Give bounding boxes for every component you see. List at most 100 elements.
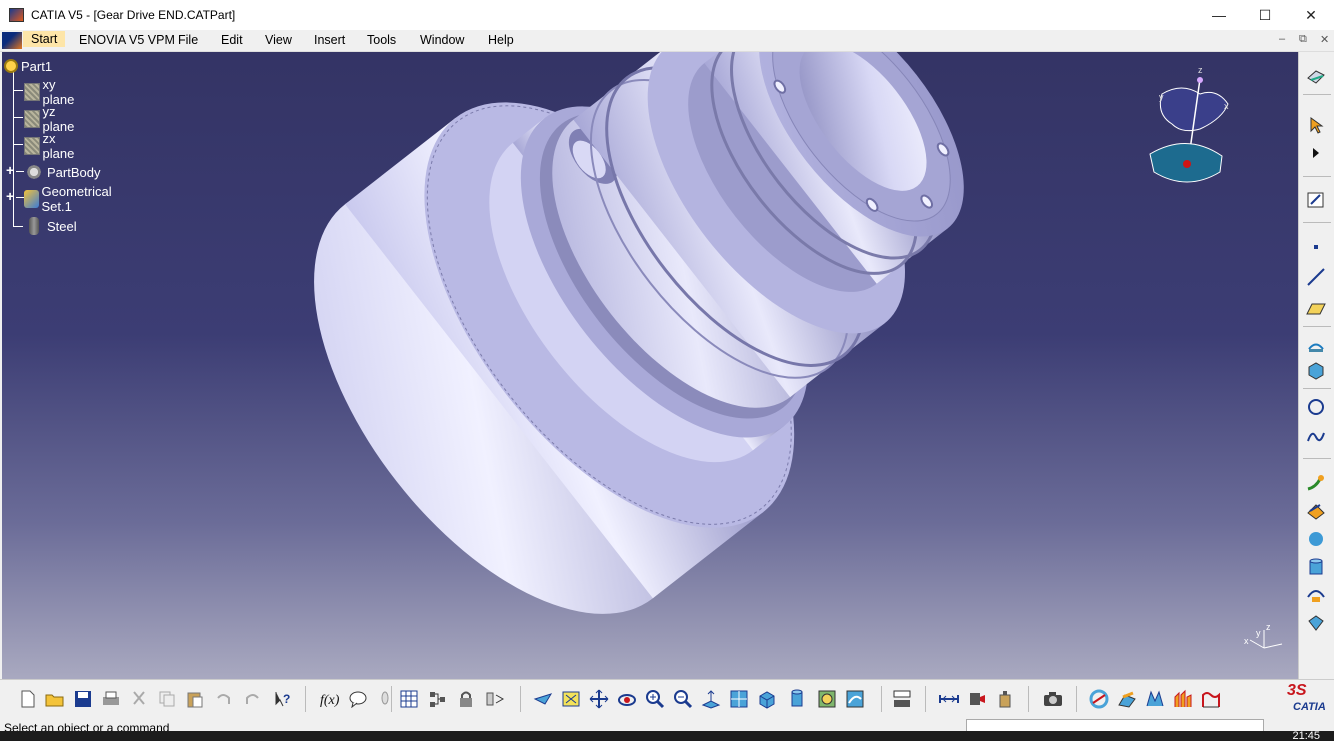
menu-window[interactable]: Window bbox=[420, 33, 464, 47]
zoom-out-icon[interactable] bbox=[672, 688, 694, 710]
3d-viewport[interactable]: + + Part1 xy plane yz plane zx plane Par… bbox=[2, 52, 1298, 679]
cylinder-icon[interactable] bbox=[1305, 556, 1327, 578]
tree-item-label: xy plane bbox=[42, 77, 75, 107]
measure-inertia-icon[interactable] bbox=[966, 688, 988, 710]
compass-z-label: z bbox=[1198, 65, 1203, 75]
undo-icon[interactable] bbox=[212, 688, 234, 710]
sketch-icon[interactable] bbox=[1305, 189, 1327, 211]
menu-enovia[interactable]: ENOVIA V5 VPM bbox=[79, 33, 175, 47]
line-icon[interactable] bbox=[1305, 266, 1327, 288]
menu-edit[interactable]: Edit bbox=[221, 33, 243, 47]
offset-icon[interactable] bbox=[1305, 584, 1327, 606]
measure-mass-icon[interactable] bbox=[994, 688, 1016, 710]
sphere-icon[interactable] bbox=[1305, 528, 1327, 550]
expand-arrow-icon[interactable] bbox=[1305, 142, 1327, 164]
tree-item-label: zx plane bbox=[42, 131, 75, 161]
tree-root-part1[interactable]: Part1 bbox=[4, 57, 52, 75]
comment-icon[interactable] bbox=[347, 688, 369, 710]
iso-view-icon[interactable] bbox=[728, 688, 750, 710]
windows-taskbar: 21:45 bbox=[0, 731, 1334, 741]
menu-file[interactable]: File bbox=[178, 33, 198, 47]
fit-all-icon[interactable] bbox=[560, 688, 582, 710]
render-style-icon[interactable] bbox=[816, 688, 838, 710]
measure-between-icon[interactable] bbox=[891, 688, 913, 710]
svg-text:?: ? bbox=[283, 692, 290, 706]
new-icon[interactable] bbox=[17, 688, 39, 710]
window-title: CATIA V5 - [Gear Drive END.CATPart] bbox=[31, 8, 236, 22]
whats-this-icon[interactable]: ? bbox=[272, 688, 294, 710]
status-bar: Select an object or a command bbox=[0, 717, 1334, 735]
menu-start[interactable]: Start bbox=[23, 31, 66, 47]
minimize-button[interactable]: — bbox=[1196, 0, 1242, 30]
capture-icon[interactable] bbox=[1042, 688, 1064, 710]
menu-insert[interactable]: Insert bbox=[314, 33, 345, 47]
circle-icon[interactable] bbox=[1305, 396, 1327, 418]
compass-widget[interactable]: z y x bbox=[1142, 64, 1232, 184]
open-icon[interactable] bbox=[44, 688, 66, 710]
knowledge-icon[interactable] bbox=[374, 688, 396, 710]
extrude-icon[interactable] bbox=[1305, 334, 1327, 356]
material-icon bbox=[29, 217, 39, 235]
geometrical-set-expander[interactable]: + bbox=[6, 189, 15, 203]
cut-icon[interactable] bbox=[128, 688, 150, 710]
tree-item-steel[interactable]: Steel bbox=[24, 217, 77, 235]
paste-icon[interactable] bbox=[184, 688, 206, 710]
copy-icon[interactable] bbox=[156, 688, 178, 710]
analysis-4-icon[interactable] bbox=[1172, 688, 1194, 710]
pan-icon[interactable] bbox=[588, 688, 610, 710]
tree-item-partbody[interactable]: PartBody bbox=[24, 163, 100, 181]
plane-icon[interactable] bbox=[1305, 298, 1327, 320]
revolve-icon[interactable] bbox=[1305, 360, 1327, 382]
snap-icon[interactable] bbox=[484, 688, 506, 710]
sketcher-icon[interactable] bbox=[1305, 66, 1327, 88]
redo-icon[interactable] bbox=[242, 688, 264, 710]
tree-item-label: Geometrical Set.1 bbox=[41, 184, 112, 214]
swap-space-icon[interactable] bbox=[844, 688, 866, 710]
zoom-in-icon[interactable] bbox=[644, 688, 666, 710]
spline-icon[interactable] bbox=[1305, 426, 1327, 448]
analysis-1-icon[interactable] bbox=[1088, 688, 1110, 710]
start-menu-icon[interactable] bbox=[2, 32, 22, 49]
grid-icon[interactable] bbox=[398, 688, 420, 710]
partbody-expander[interactable]: + bbox=[6, 163, 15, 177]
compass-x-label: x bbox=[1224, 101, 1229, 111]
tree-icon[interactable] bbox=[427, 688, 449, 710]
fly-icon[interactable] bbox=[532, 688, 554, 710]
part-model[interactable] bbox=[2, 52, 1298, 679]
multi-section-icon[interactable] bbox=[1305, 500, 1327, 522]
bottom-toolbar: ? f(x) 3S CATIA bbox=[0, 679, 1334, 718]
formula-icon[interactable]: f(x) bbox=[319, 688, 341, 710]
analysis-5-icon[interactable] bbox=[1200, 688, 1222, 710]
maximize-button[interactable]: ☐ bbox=[1242, 0, 1288, 30]
plane-icon bbox=[24, 110, 40, 128]
views-icon[interactable] bbox=[756, 688, 778, 710]
tree-item-geometrical-set[interactable]: Geometrical Set.1 bbox=[24, 184, 117, 214]
point-icon[interactable] bbox=[1305, 236, 1327, 258]
tree-item-xy-plane[interactable]: xy plane bbox=[24, 77, 79, 107]
menu-tools[interactable]: Tools bbox=[367, 33, 396, 47]
plane-icon bbox=[24, 83, 40, 101]
menu-view[interactable]: View bbox=[265, 33, 292, 47]
tree-item-zx-plane[interactable]: zx plane bbox=[24, 131, 79, 161]
menu-help[interactable]: Help bbox=[488, 33, 514, 47]
measure-item-icon[interactable] bbox=[938, 688, 960, 710]
hide-show-icon[interactable] bbox=[786, 688, 808, 710]
sweep-icon[interactable] bbox=[1305, 472, 1327, 494]
fill-icon[interactable] bbox=[1305, 612, 1327, 634]
axis-y-label: y bbox=[1256, 628, 1261, 638]
mdi-close-button[interactable]: ✕ bbox=[1320, 33, 1329, 46]
mdi-restore-button[interactable]: ⧉ bbox=[1299, 33, 1307, 46]
rotate-icon[interactable] bbox=[616, 688, 638, 710]
compass-y-label: y bbox=[1159, 92, 1164, 102]
select-arrow-icon[interactable] bbox=[1305, 114, 1327, 136]
normal-view-icon[interactable] bbox=[700, 688, 722, 710]
tree-item-yz-plane[interactable]: yz plane bbox=[24, 104, 79, 134]
close-button[interactable]: ✕ bbox=[1288, 0, 1334, 30]
mdi-minimize-button[interactable]: – bbox=[1279, 33, 1285, 45]
save-icon[interactable] bbox=[72, 688, 94, 710]
print-icon[interactable] bbox=[100, 688, 122, 710]
analysis-3-icon[interactable] bbox=[1144, 688, 1166, 710]
lock-icon[interactable] bbox=[455, 688, 477, 710]
analysis-2-icon[interactable] bbox=[1116, 688, 1138, 710]
axis-system-indicator: z y x bbox=[1244, 622, 1283, 649]
